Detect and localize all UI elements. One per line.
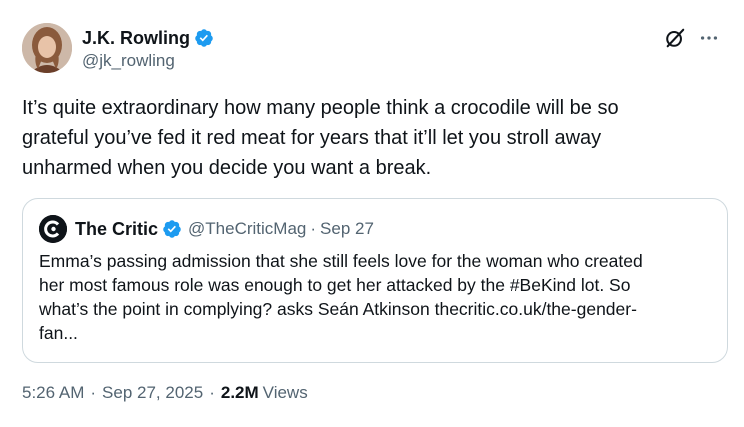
- tweet-text: It’s quite extraordinary how many people…: [22, 97, 619, 179]
- more-dots-icon[interactable]: [696, 25, 722, 51]
- verified-badge-icon: [194, 28, 214, 48]
- quoted-tweet[interactable]: The Critic @TheCriticMag · Sep 27 Emma’s…: [22, 198, 728, 363]
- header-actions: [662, 25, 722, 51]
- tweet-time[interactable]: 5:26 AM: [22, 383, 84, 403]
- critic-logo-icon: [39, 215, 67, 243]
- quoted-tweet-text: Emma’s passing admission that she still …: [39, 251, 643, 343]
- tweet-header: J.K. Rowling @jk_rowling: [22, 23, 722, 75]
- meta-separator-2: ·: [209, 383, 215, 402]
- avatar[interactable]: [22, 23, 72, 73]
- author-handle[interactable]: @jk_rowling: [82, 51, 175, 71]
- quoted-author-handle: @TheCriticMag: [188, 219, 307, 238]
- grok-icon[interactable]: [662, 25, 688, 51]
- quoted-author-name: The Critic: [75, 218, 159, 239]
- quoted-date: Sep 27: [320, 219, 374, 238]
- views-count: 2.2M: [220, 383, 259, 402]
- quoted-separator: ·: [310, 219, 317, 238]
- tweet-meta: 5:26 AM · Sep 27, 2025 · 2.2M Views: [22, 383, 308, 403]
- quoted-verified-badge-icon: [162, 219, 182, 239]
- name-row: J.K. Rowling: [82, 27, 214, 49]
- author-name[interactable]: J.K. Rowling: [82, 27, 190, 49]
- tweet-date[interactable]: Sep 27, 2025: [102, 383, 203, 403]
- tweet: J.K. Rowling @jk_rowling It’s quite extr…: [0, 0, 744, 427]
- meta-separator: ·: [90, 383, 97, 402]
- views-label: Views: [262, 383, 308, 402]
- quoted-tweet-header: The Critic @TheCriticMag · Sep 27: [39, 215, 374, 243]
